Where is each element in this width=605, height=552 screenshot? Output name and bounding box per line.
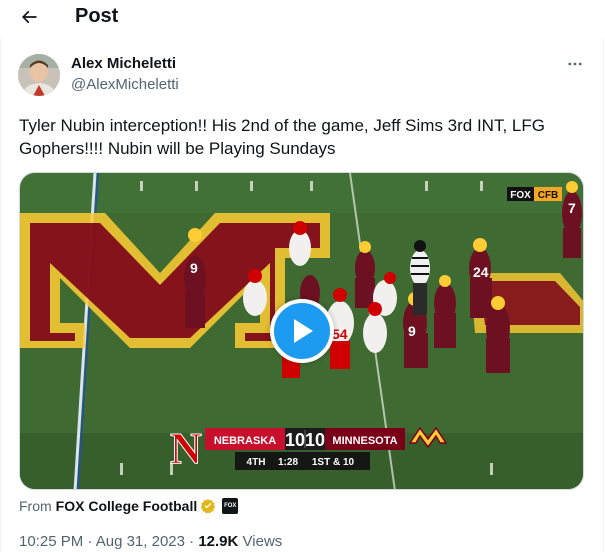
verified-badge-icon bbox=[200, 498, 216, 514]
svg-text:24: 24 bbox=[473, 264, 489, 280]
page-title: Post bbox=[75, 5, 119, 27]
author-name[interactable]: Alex Micheletti bbox=[71, 55, 176, 72]
svg-text:N: N bbox=[170, 424, 202, 473]
svg-text:1:28: 1:28 bbox=[278, 457, 298, 468]
video-attribution: From FOX College Football FOX bbox=[19, 496, 239, 516]
svg-text:54: 54 bbox=[332, 326, 348, 342]
svg-text:10: 10 bbox=[285, 430, 305, 450]
meta-separator: · bbox=[87, 533, 93, 550]
play-button[interactable] bbox=[270, 299, 334, 363]
meta-separator: · bbox=[189, 533, 195, 550]
column-border-left bbox=[0, 38, 1, 552]
attribution-from-label: From bbox=[19, 498, 52, 514]
svg-text:CFB: CFB bbox=[538, 190, 559, 201]
author-handle[interactable]: @AlexMicheletti bbox=[71, 76, 179, 93]
network-badge: FOX CFB bbox=[507, 187, 562, 201]
top-bar: Post bbox=[0, 0, 605, 34]
post-time[interactable]: 10:25 PM bbox=[19, 533, 83, 550]
arrow-left-icon bbox=[21, 10, 37, 24]
post-date[interactable]: Aug 31, 2023 bbox=[96, 533, 185, 550]
svg-text:10: 10 bbox=[305, 430, 325, 450]
attribution-source-link[interactable]: FOX College Football bbox=[56, 498, 198, 514]
back-button[interactable] bbox=[12, 2, 46, 32]
column-border-right bbox=[603, 38, 604, 552]
svg-text:4TH: 4TH bbox=[247, 457, 266, 468]
svg-text:FOX: FOX bbox=[510, 190, 531, 201]
views-label: Views bbox=[242, 533, 283, 550]
more-horizontal-icon bbox=[568, 62, 582, 66]
svg-text:7: 7 bbox=[568, 200, 576, 216]
svg-text:MINNESOTA: MINNESOTA bbox=[332, 435, 397, 447]
more-options-button[interactable] bbox=[564, 54, 586, 74]
avatar[interactable] bbox=[18, 54, 60, 96]
post-meta: 10:25 PM · Aug 31, 2023 · 12.9K Views bbox=[19, 533, 282, 550]
play-icon bbox=[294, 319, 313, 343]
views-count: 12.9K bbox=[198, 533, 239, 550]
svg-text:NEBRASKA: NEBRASKA bbox=[214, 435, 276, 447]
source-logo-icon: FOX bbox=[222, 498, 239, 514]
nebraska-logo: N bbox=[170, 424, 203, 474]
tweet-text: Tyler Nubin interception!! His 2nd of th… bbox=[19, 116, 545, 158]
svg-text:9: 9 bbox=[408, 323, 416, 339]
svg-text:9: 9 bbox=[190, 260, 198, 276]
svg-text:1ST & 10: 1ST & 10 bbox=[312, 457, 355, 468]
